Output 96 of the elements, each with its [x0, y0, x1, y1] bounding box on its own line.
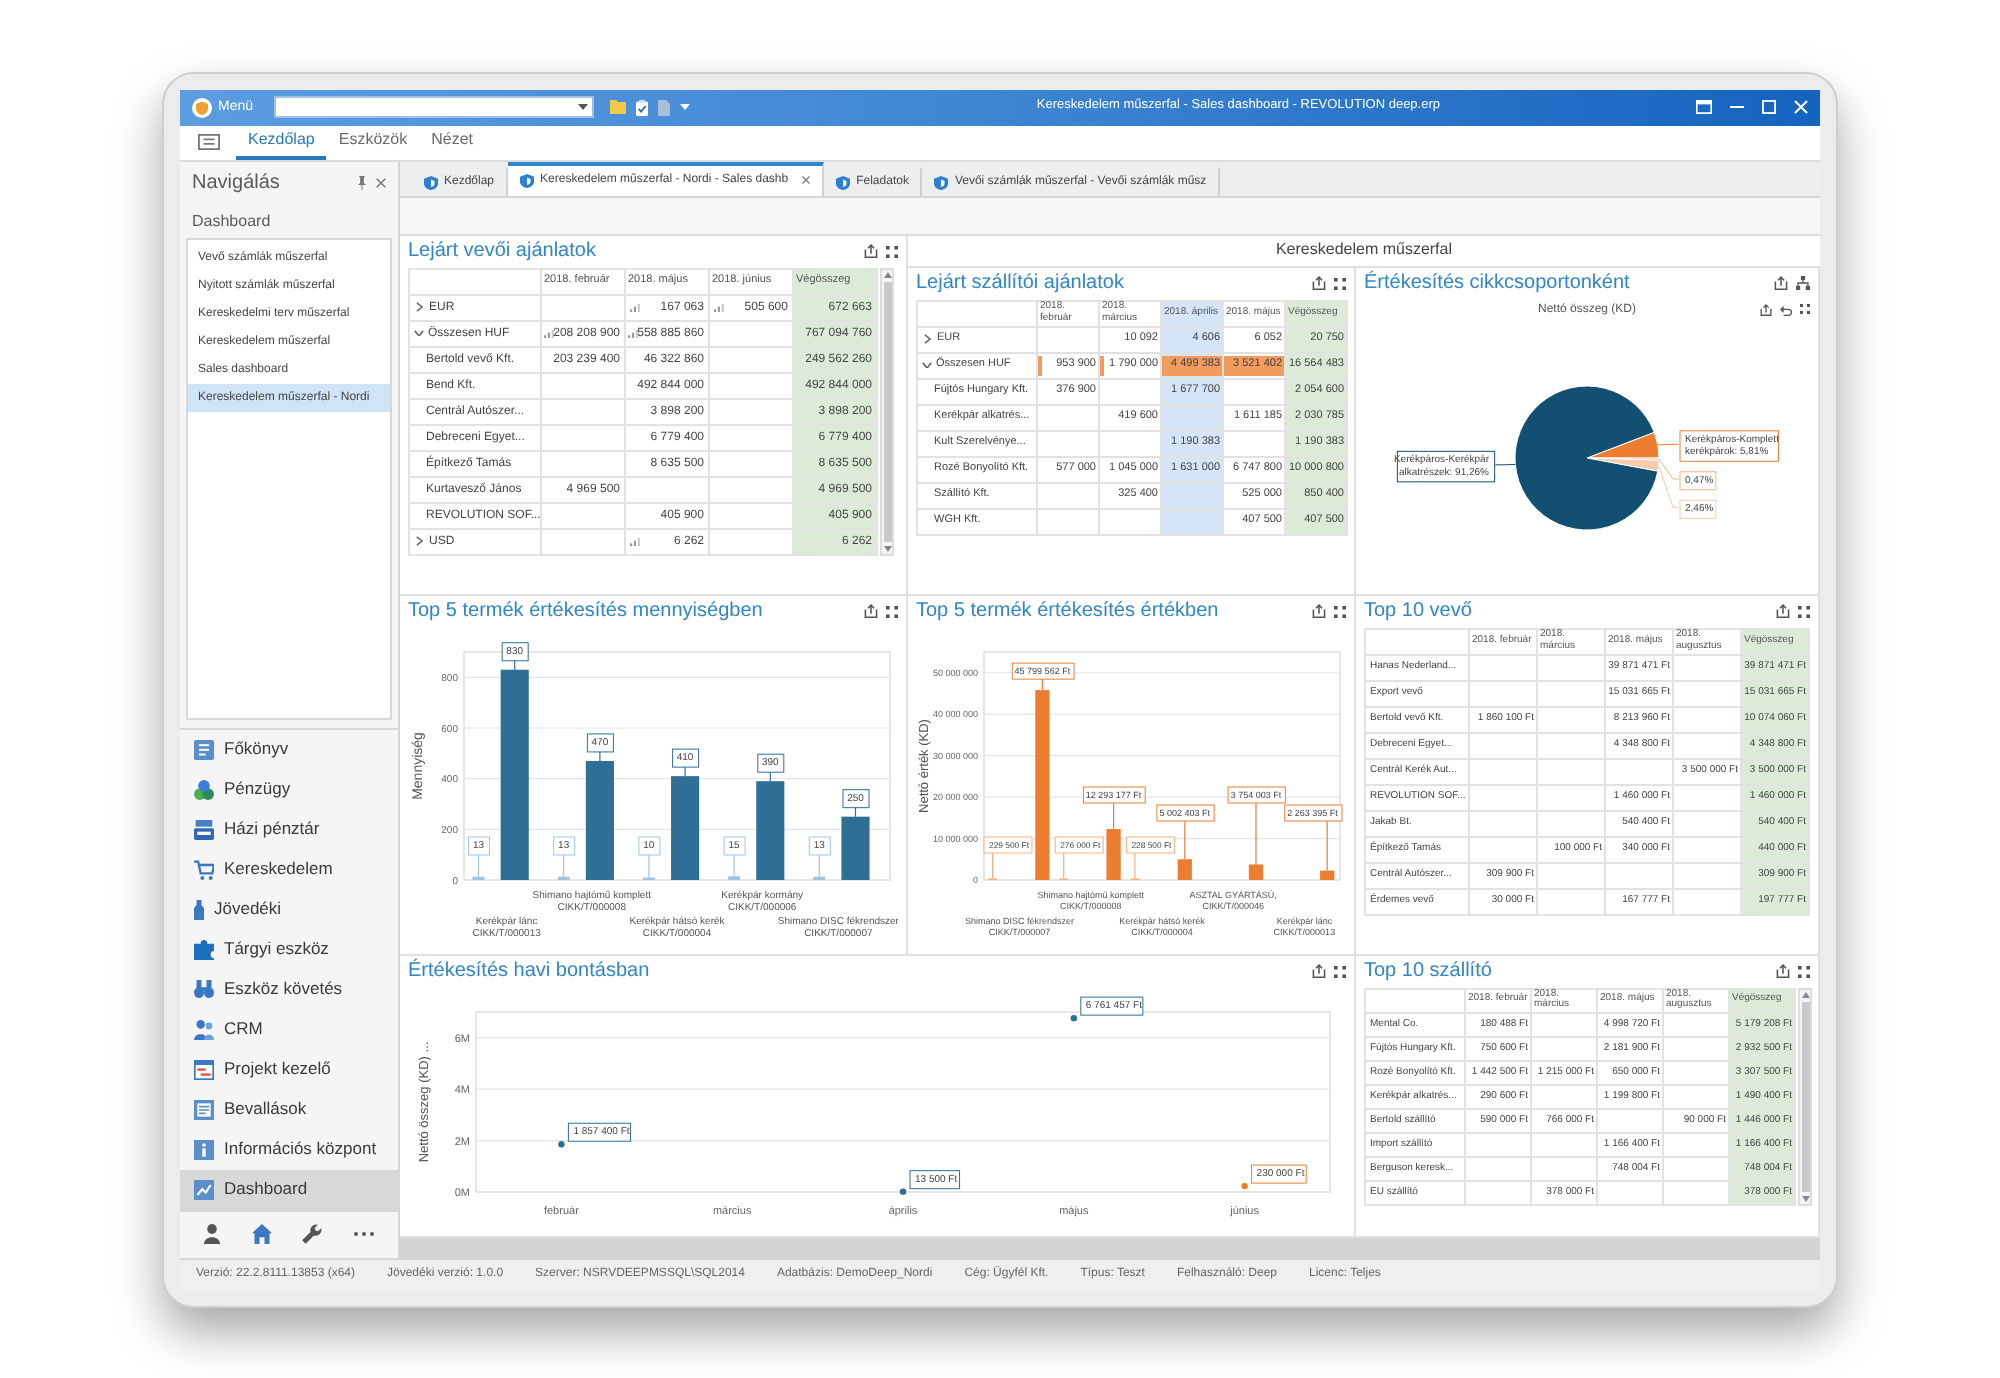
- shield-logo-icon: [192, 97, 212, 117]
- shield-icon: [836, 175, 851, 189]
- binoculars-icon: [194, 980, 214, 998]
- module-item[interactable]: Projekt kezelő: [180, 1049, 398, 1089]
- module-item[interactable]: Pénzügy: [180, 769, 398, 809]
- data-point: [1070, 1013, 1077, 1021]
- panel-title: Értékesítés cikkcsoportonként: [1364, 273, 1630, 293]
- bottle-icon: [194, 899, 204, 919]
- close-icon[interactable]: [802, 176, 811, 184]
- panel-title: Top 5 termék értékesítés mennyiségben: [408, 601, 763, 621]
- vertical-scrollbar[interactable]: [1798, 987, 1812, 1205]
- info-icon: [194, 1139, 214, 1159]
- export-icon[interactable]: [1776, 604, 1790, 618]
- bar: [585, 759, 614, 879]
- scroll-down-icon[interactable]: [1801, 1195, 1809, 1201]
- chevron-right-icon[interactable]: [416, 536, 423, 546]
- module-item[interactable]: Főkönyv: [180, 729, 398, 769]
- fullscreen-icon[interactable]: [1798, 965, 1810, 977]
- panel-title: Lejárt vevői ajánlatok: [408, 241, 596, 261]
- export-icon[interactable]: [1774, 276, 1788, 290]
- export-icon[interactable]: [864, 604, 878, 618]
- panel-title: Top 10 vevő: [1364, 601, 1472, 621]
- minimize-icon[interactable]: [1730, 105, 1744, 109]
- window-icon: [194, 1059, 214, 1079]
- module-item[interactable]: CRM: [180, 1009, 398, 1049]
- chevron-down-icon[interactable]: [922, 361, 932, 369]
- scroll-up-icon[interactable]: [1801, 991, 1809, 997]
- chevron-right-icon[interactable]: [416, 302, 423, 312]
- scroll-thumb[interactable]: [883, 281, 891, 541]
- ribbon-tab[interactable]: Eszközök: [326, 125, 420, 159]
- bar: [841, 815, 870, 879]
- export-icon[interactable]: [1776, 964, 1790, 978]
- coins-icon: [194, 779, 214, 799]
- data-point: [899, 1187, 907, 1194]
- wrench-icon[interactable]: [302, 1224, 323, 1244]
- shield-icon: [424, 175, 438, 189]
- export-icon[interactable]: [1312, 276, 1326, 290]
- maximize-icon[interactable]: [1762, 100, 1776, 114]
- hierarchy-icon[interactable]: [1796, 276, 1810, 290]
- document-icon: [194, 739, 214, 759]
- scroll-down-icon[interactable]: [883, 545, 891, 551]
- fullscreen-icon[interactable]: [1334, 965, 1346, 977]
- module-item[interactable]: Bevallások: [180, 1089, 398, 1129]
- bar: [671, 775, 700, 879]
- module-item[interactable]: Házi pénztár: [180, 809, 398, 849]
- shield-icon: [520, 173, 535, 187]
- module-item[interactable]: Dashboard: [180, 1169, 398, 1209]
- puzzle-icon: [194, 939, 214, 959]
- fullscreen-icon[interactable]: [886, 245, 898, 257]
- export-icon[interactable]: [864, 244, 878, 258]
- window-layout-icon[interactable]: [1696, 100, 1712, 114]
- clipboard-check-icon[interactable]: [635, 99, 648, 115]
- cash-register-icon: [194, 819, 214, 839]
- data-point: [1241, 1181, 1248, 1189]
- panel-title: Lejárt szállítói ajánlatok: [916, 273, 1124, 293]
- close-icon[interactable]: [376, 178, 386, 188]
- shield-icon: [934, 175, 949, 189]
- form-icon: [194, 1099, 214, 1119]
- fullscreen-icon[interactable]: [1334, 605, 1346, 617]
- section-title: Dashboard: [192, 213, 271, 229]
- ribbon-tab[interactable]: Nézet: [419, 125, 485, 159]
- pane-title: Navigálás: [192, 173, 280, 193]
- home-icon[interactable]: [251, 1224, 272, 1244]
- module-item[interactable]: Kereskedelem: [180, 849, 398, 889]
- export-icon[interactable]: [1312, 604, 1326, 618]
- bar: [756, 780, 785, 879]
- chevron-down-icon[interactable]: [414, 329, 424, 337]
- fullscreen-icon[interactable]: [1334, 277, 1346, 289]
- scroll-up-icon[interactable]: [883, 271, 891, 277]
- fullscreen-icon[interactable]: [1800, 304, 1810, 314]
- export-icon[interactable]: [1312, 964, 1326, 978]
- vertical-scrollbar[interactable]: [880, 267, 894, 555]
- panel-title: Top 5 termék értékesítés értékben: [916, 601, 1219, 621]
- fullscreen-icon[interactable]: [1798, 605, 1810, 617]
- chart-icon: [194, 1179, 214, 1199]
- chevron-right-icon[interactable]: [924, 334, 931, 344]
- module-item[interactable]: Jövedéki: [180, 889, 398, 929]
- panel-title: Top 10 szállító: [1364, 961, 1492, 981]
- user-icon[interactable]: [203, 1224, 220, 1244]
- module-item[interactable]: Információs központ: [180, 1129, 398, 1169]
- module-item[interactable]: Tárgyi eszköz: [180, 929, 398, 969]
- data-point: [558, 1140, 565, 1147]
- menu-icon[interactable]: [197, 134, 219, 150]
- quick-access-field[interactable]: [273, 96, 594, 118]
- caret-icon[interactable]: [679, 104, 690, 110]
- export-icon[interactable]: [1760, 303, 1772, 315]
- people-icon: [194, 1019, 214, 1039]
- cart-icon: [194, 859, 214, 879]
- horizontal-scrollbar[interactable]: [400, 1237, 1820, 1257]
- scroll-thumb[interactable]: [1801, 1001, 1809, 1191]
- module-item[interactable]: Eszköz követés: [180, 969, 398, 1009]
- fullscreen-icon[interactable]: [886, 605, 898, 617]
- pin-icon[interactable]: [358, 176, 366, 190]
- undo-icon[interactable]: [1780, 303, 1792, 315]
- caret-icon: [577, 104, 588, 110]
- panel-title: Értékesítés havi bontásban: [408, 961, 650, 981]
